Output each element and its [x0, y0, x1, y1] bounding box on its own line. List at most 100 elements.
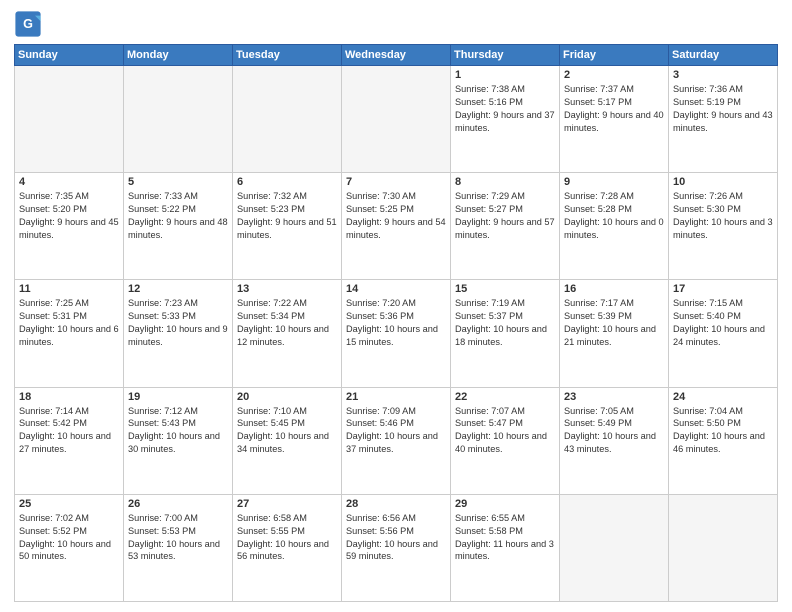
- header: G: [14, 10, 778, 38]
- sunrise-text: Sunrise: 7:20 AM: [346, 298, 416, 308]
- day-number: 7: [346, 176, 446, 188]
- sunrise-text: Sunrise: 6:58 AM: [237, 513, 307, 523]
- calendar-day-cell: [15, 66, 124, 173]
- calendar-day-cell: 11Sunrise: 7:25 AMSunset: 5:31 PMDayligh…: [15, 280, 124, 387]
- sunset-text: Sunset: 5:30 PM: [673, 204, 741, 214]
- day-info: Sunrise: 7:26 AMSunset: 5:30 PMDaylight:…: [673, 190, 773, 242]
- day-number: 14: [346, 283, 446, 295]
- day-info: Sunrise: 7:17 AMSunset: 5:39 PMDaylight:…: [564, 297, 664, 349]
- sunrise-text: Sunrise: 7:36 AM: [673, 84, 743, 94]
- sunrise-text: Sunrise: 7:17 AM: [564, 298, 634, 308]
- calendar-day-cell: 16 Sunrise: 7:17 AMSunset: 5:39 PMDayligh…: [560, 280, 669, 387]
- calendar-day-cell: 5Sunrise: 7:33 AMSunset: 5:22 PMDaylight…: [124, 173, 233, 280]
- sunset-text: Sunset: 5:50 PM: [673, 418, 741, 428]
- day-number: 4: [19, 176, 119, 188]
- day-of-week-header: Tuesday: [233, 45, 342, 66]
- sunrise-text: Sunrise: 7:28 AM: [564, 191, 634, 201]
- calendar-day-cell: 28Sunrise: 6:56 AMSunset: 5:56 PMDayligh…: [342, 494, 451, 601]
- day-number: 23: [564, 391, 664, 403]
- daylight-text: Daylight: 10 hours and 18 minutes.: [455, 324, 547, 347]
- calendar-day-cell: 4Sunrise: 7:35 AMSunset: 5:20 PMDaylight…: [15, 173, 124, 280]
- sunset-text: Sunset: 5:52 PM: [19, 526, 87, 536]
- sunrise-text: Sunrise: 7:26 AM: [673, 191, 743, 201]
- daylight-text: Daylight: 9 hours and 43 minutes.: [673, 110, 773, 133]
- sunset-text: Sunset: 5:53 PM: [128, 526, 196, 536]
- calendar-week-row: 4Sunrise: 7:35 AMSunset: 5:20 PMDaylight…: [15, 173, 778, 280]
- sunrise-text: Sunrise: 7:25 AM: [19, 298, 89, 308]
- day-number: 5: [128, 176, 228, 188]
- sunrise-text: Sunrise: 6:56 AM: [346, 513, 416, 523]
- calendar-day-cell: 29Sunrise: 6:55 AMSunset: 5:58 PMDayligh…: [451, 494, 560, 601]
- day-info: Sunrise: 7:07 AMSunset: 5:47 PMDaylight:…: [455, 405, 555, 457]
- calendar-day-cell: 3Sunrise: 7:36 AMSunset: 5:19 PMDaylight…: [669, 66, 778, 173]
- day-info: Sunrise: 7:00 AMSunset: 5:53 PMDaylight:…: [128, 512, 228, 564]
- calendar-day-cell: 10Sunrise: 7:26 AMSunset: 5:30 PMDayligh…: [669, 173, 778, 280]
- calendar-day-cell: 25Sunrise: 7:02 AMSunset: 5:52 PMDayligh…: [15, 494, 124, 601]
- day-of-week-header: Saturday: [669, 45, 778, 66]
- calendar-day-cell: 6Sunrise: 7:32 AMSunset: 5:23 PMDaylight…: [233, 173, 342, 280]
- calendar-day-cell: [124, 66, 233, 173]
- sunset-text: Sunset: 5:36 PM: [346, 311, 414, 321]
- day-number: 13: [237, 283, 337, 295]
- day-info: Sunrise: 7:14 AMSunset: 5:42 PMDaylight:…: [19, 405, 119, 457]
- day-info: Sunrise: 6:55 AMSunset: 5:58 PMDaylight:…: [455, 512, 555, 564]
- calendar-day-cell: 13Sunrise: 7:22 AMSunset: 5:34 PMDayligh…: [233, 280, 342, 387]
- day-number: 6: [237, 176, 337, 188]
- calendar-day-cell: 21 Sunrise: 7:09 AM Sunset: 5:46 PM Dayligh…: [342, 387, 451, 494]
- sunrise-text: Sunrise: 7:10 AM: [237, 406, 307, 416]
- daylight-text: Daylight: 10 hours and 37 minutes.: [346, 431, 438, 454]
- sunrise-text: Sunrise: 7:09 AM: [346, 406, 416, 416]
- sunset-text: Sunset: 5:31 PM: [19, 311, 87, 321]
- day-number: 18: [19, 391, 119, 403]
- calendar-day-cell: 14Sunrise: 7:20 AMSunset: 5:36 PMDayligh…: [342, 280, 451, 387]
- day-number: 20: [237, 391, 337, 403]
- sunset-text: Sunset: 5:49 PM: [564, 418, 632, 428]
- sunrise-text: Sunrise: 7:32 AM: [237, 191, 307, 201]
- day-number: 27: [237, 498, 337, 510]
- sunset-text: Sunset: 5:46 PM: [346, 418, 414, 428]
- sunset-text: Sunset: 5:20 PM: [19, 204, 87, 214]
- svg-text:G: G: [23, 17, 33, 31]
- day-number: 26: [128, 498, 228, 510]
- day-info: Sunrise: 7:15 AMSunset: 5:40 PMDaylight:…: [673, 297, 773, 349]
- daylight-text: Daylight: 9 hours and 57 minutes.: [455, 217, 555, 240]
- sunset-text: Sunset: 5:55 PM: [237, 526, 305, 536]
- day-number: 2: [564, 69, 664, 81]
- day-info: Sunrise: 7:09 AM Sunset: 5:46 PM Daylight:…: [346, 405, 446, 457]
- sunrise-text: Sunrise: 7:19 AM: [455, 298, 525, 308]
- sunset-text: Sunset: 5:19 PM: [673, 97, 741, 107]
- day-info: Sunrise: 7:37 AMSunset: 5:17 PMDaylight:…: [564, 83, 664, 135]
- sunset-text: Sunset: 5:16 PM: [455, 97, 523, 107]
- day-info: Sunrise: 7:38 AMSunset: 5:16 PMDaylight:…: [455, 83, 555, 135]
- sunrise-text: Sunrise: 7:30 AM: [346, 191, 416, 201]
- sunrise-text: Sunrise: 7:02 AM: [19, 513, 89, 523]
- day-info: Sunrise: 7:04 AMSunset: 5:50 PMDaylight:…: [673, 405, 773, 457]
- day-of-week-header: Sunday: [15, 45, 124, 66]
- daylight-text: Daylight: 9 hours and 45 minutes.: [19, 217, 119, 240]
- daylight-text: Daylight: 9 hours and 40 minutes.: [564, 110, 664, 133]
- daylight-text: Daylight: 10 hours and 27 minutes.: [19, 431, 111, 454]
- calendar-week-row: 18 Sunrise: 7:14 AMSunset: 5:42 PMDayligh…: [15, 387, 778, 494]
- daylight-text: Daylight: 9 hours and 37 minutes.: [455, 110, 555, 133]
- day-info: Sunrise: 6:58 AMSunset: 5:55 PMDaylight:…: [237, 512, 337, 564]
- daylight-text: Daylight: 11 hours and 3 minutes.: [455, 539, 554, 562]
- calendar-day-cell: 12Sunrise: 7:23 AMSunset: 5:33 PMDayligh…: [124, 280, 233, 387]
- calendar-day-cell: 26 Sunrise: 7:00 AMSunset: 5:53 PMDayligh…: [124, 494, 233, 601]
- calendar-day-cell: 7Sunrise: 7:30 AMSunset: 5:25 PMDaylight…: [342, 173, 451, 280]
- calendar-day-cell: 27Sunrise: 6:58 AMSunset: 5:55 PMDayligh…: [233, 494, 342, 601]
- logo-icon: G: [14, 10, 42, 38]
- day-number: 17: [673, 283, 773, 295]
- sunrise-text: Sunrise: 6:55 AM: [455, 513, 525, 523]
- sunset-text: Sunset: 5:28 PM: [564, 204, 632, 214]
- daylight-text: Daylight: 10 hours and 24 minutes.: [673, 324, 765, 347]
- calendar-week-row: 11Sunrise: 7:25 AMSunset: 5:31 PMDayligh…: [15, 280, 778, 387]
- sunset-text: Sunset: 5:34 PM: [237, 311, 305, 321]
- day-number: 16: [564, 283, 664, 295]
- day-number: 22: [455, 391, 555, 403]
- day-number: 21: [346, 391, 446, 403]
- calendar-day-cell: [233, 66, 342, 173]
- day-number: 19: [128, 391, 228, 403]
- calendar-day-cell: 15Sunrise: 7:19 AMSunset: 5:37 PMDayligh…: [451, 280, 560, 387]
- sunset-text: Sunset: 5:40 PM: [673, 311, 741, 321]
- calendar-day-cell: 17 Sunrise: 7:15 AMSunset: 5:40 PMDayligh…: [669, 280, 778, 387]
